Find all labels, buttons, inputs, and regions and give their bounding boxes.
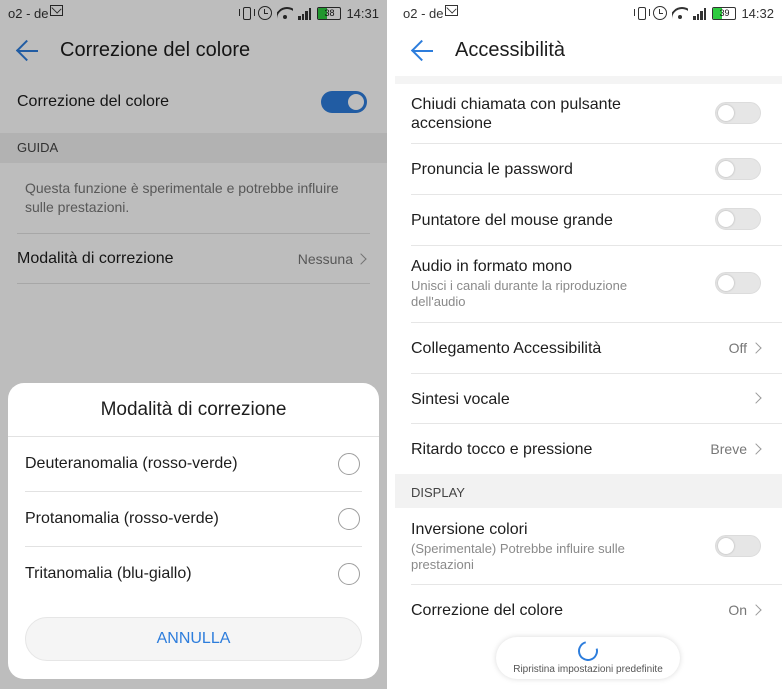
- large-pointer-switch[interactable]: [715, 208, 761, 230]
- color-correction-screen: o2 - de 38 14:31 Correzione del colore C…: [0, 0, 387, 689]
- setting-value: On: [728, 602, 747, 618]
- alarm-icon: [653, 6, 668, 20]
- vibrate-icon: [634, 6, 651, 20]
- speak-passwords-switch[interactable]: [715, 158, 761, 180]
- restore-defaults-button[interactable]: Ripristina impostazioni predefinite: [496, 637, 680, 679]
- signal-icon: [693, 7, 707, 20]
- setting-subtitle: Unisci i canali durante la riproduzione …: [411, 278, 628, 309]
- radio-icon[interactable]: [338, 453, 360, 475]
- screen-gap: [387, 0, 395, 689]
- setting-mono-audio[interactable]: Audio in formato mono Unisci i canali du…: [395, 246, 782, 322]
- cancel-button[interactable]: ANNULLA: [25, 617, 362, 661]
- mail-icon: [445, 5, 458, 16]
- section-header-display: DISPLAY: [395, 474, 782, 508]
- chevron-right-icon: [750, 342, 762, 354]
- option-label: Protanomalia (rosso-verde): [25, 510, 219, 527]
- setting-subtitle: (Sperimentale) Potrebbe influire sulle p…: [411, 541, 625, 572]
- option-deuteranomalia[interactable]: Deuteranomalia (rosso-verde): [8, 437, 379, 491]
- restore-label: Ripristina impostazioni predefinite: [513, 664, 663, 675]
- setting-title: Sintesi vocale: [411, 391, 510, 408]
- setting-title: Inversione colori: [411, 521, 528, 538]
- setting-speak-passwords[interactable]: Pronuncia le password: [395, 144, 782, 194]
- setting-title: Pronuncia le password: [411, 161, 573, 178]
- radio-icon[interactable]: [338, 563, 360, 585]
- setting-title: Ritardo tocco e pressione: [411, 441, 593, 458]
- correction-mode-dialog: Modalità di correzione Deuteranomalia (r…: [8, 383, 379, 679]
- status-bar: o2 - de 39 14:32: [395, 0, 782, 26]
- setting-end-call-power-button[interactable]: Chiudi chiamata con pulsante accensione: [395, 84, 782, 143]
- setting-title: Correzione del colore: [411, 602, 564, 619]
- setting-accessibility-shortcut[interactable]: Collegamento Accessibilità Off: [395, 323, 782, 373]
- page-title: Accessibilità: [455, 39, 566, 61]
- setting-title: Chiudi chiamata con pulsante accensione: [411, 96, 621, 132]
- option-tritanomalia[interactable]: Tritanomalia (blu-giallo): [8, 547, 379, 601]
- chevron-right-icon: [750, 443, 762, 455]
- back-arrow-icon[interactable]: [411, 40, 435, 62]
- chevron-right-icon: [750, 604, 762, 616]
- wifi-icon: [672, 7, 688, 20]
- setting-text-to-speech[interactable]: Sintesi vocale: [395, 374, 782, 424]
- setting-color-correction[interactable]: Correzione del colore On: [395, 585, 782, 635]
- radio-icon[interactable]: [338, 508, 360, 530]
- carrier-name: o2 - de: [403, 6, 444, 21]
- option-protanomalia[interactable]: Protanomalia (rosso-verde): [8, 492, 379, 546]
- clock: 14:32: [741, 5, 774, 21]
- setting-value: Breve: [710, 441, 747, 457]
- dialog-title: Modalità di correzione: [100, 399, 287, 420]
- battery-icon: 39: [712, 6, 737, 20]
- color-inversion-switch[interactable]: [715, 535, 761, 557]
- setting-large-mouse-pointer[interactable]: Puntatore del mouse grande: [395, 195, 782, 245]
- option-label: Deuteranomalia (rosso-verde): [25, 455, 238, 472]
- setting-value: Off: [728, 340, 747, 356]
- scroll-shade: [395, 76, 782, 84]
- accessibility-screen: o2 - de 39 14:32 Accessibilità Chiudi ch…: [395, 0, 782, 689]
- setting-color-inversion[interactable]: Inversione colori (Sperimentale) Potrebb…: [395, 508, 782, 584]
- mono-audio-switch[interactable]: [715, 272, 761, 294]
- restore-icon: [574, 637, 602, 665]
- setting-touch-hold-delay[interactable]: Ritardo tocco e pressione Breve: [395, 424, 782, 474]
- setting-title: Puntatore del mouse grande: [411, 212, 613, 229]
- setting-title: Audio in formato mono: [411, 258, 572, 275]
- toolbar: Accessibilità: [395, 26, 782, 76]
- option-label: Tritanomalia (blu-giallo): [25, 565, 192, 582]
- end-call-switch[interactable]: [715, 102, 761, 124]
- setting-title: Collegamento Accessibilità: [411, 340, 602, 357]
- chevron-right-icon: [750, 392, 762, 404]
